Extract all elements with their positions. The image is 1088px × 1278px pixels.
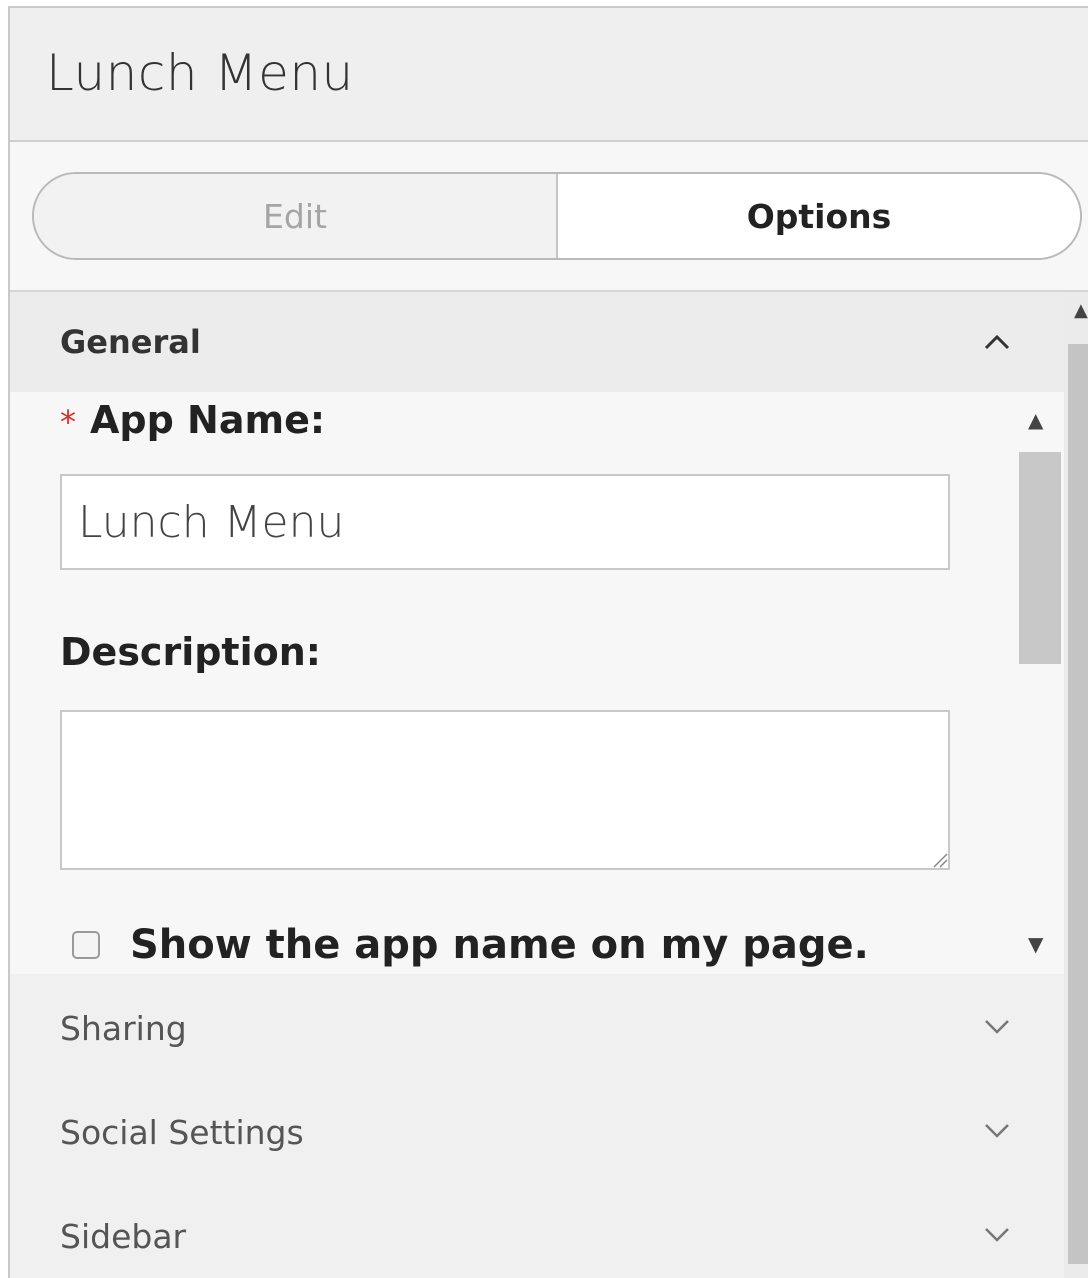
accordion-social-settings-header[interactable]: Social Settings	[10, 1080, 1064, 1184]
accordion-general-header[interactable]: General	[10, 292, 1064, 392]
page-title: Lunch Menu	[46, 44, 354, 102]
tab-edit[interactable]: Edit	[34, 174, 558, 258]
show-app-name-row: Show the app name on my page.	[72, 922, 869, 968]
tab-options[interactable]: Options	[558, 174, 1080, 258]
general-section-body: * App Name: Description: Show the app nam…	[10, 392, 1014, 974]
app-name-input[interactable]	[60, 474, 950, 570]
accordion-sharing-label: Sharing	[60, 1008, 187, 1048]
app-name-label-text: App Name:	[90, 398, 326, 442]
chevron-down-icon[interactable]	[982, 1117, 1012, 1147]
description-label: Description:	[60, 630, 321, 674]
accordion-sharing-header[interactable]: Sharing	[10, 976, 1064, 1080]
accordion-sidebar-label: Sidebar	[60, 1216, 187, 1256]
scroll-up-arrow-icon[interactable]: ▲	[1028, 408, 1043, 432]
app-settings-panel: Lunch Menu Edit Options General * App Nam…	[8, 6, 1088, 1278]
chevron-up-icon[interactable]	[982, 325, 1012, 360]
segmented-control: Edit Options	[32, 172, 1082, 260]
required-marker: *	[60, 403, 76, 441]
show-app-name-label[interactable]: Show the app name on my page.	[130, 922, 869, 968]
resize-grip-icon[interactable]	[930, 850, 948, 868]
general-scrollbar[interactable]: ▲ ▼	[1014, 392, 1064, 974]
show-app-name-checkbox[interactable]	[72, 931, 100, 959]
panel-scroll-up-arrow-icon[interactable]: ▲	[1074, 300, 1088, 321]
description-textarea[interactable]	[60, 710, 950, 870]
panel-scrollbar[interactable]: ▲	[1064, 292, 1088, 1278]
accordion-social-settings-label: Social Settings	[60, 1112, 304, 1152]
accordion-general-label: General	[60, 323, 201, 361]
tab-bar: Edit Options	[10, 142, 1088, 292]
panel-header: Lunch Menu	[10, 8, 1088, 142]
scrollbar-thumb[interactable]	[1019, 452, 1061, 664]
panel-scrollbar-thumb[interactable]	[1068, 344, 1088, 1264]
scroll-down-arrow-icon[interactable]: ▼	[1028, 932, 1043, 956]
chevron-down-icon[interactable]	[982, 1221, 1012, 1251]
app-name-label: * App Name:	[60, 398, 325, 442]
chevron-down-icon[interactable]	[982, 1013, 1012, 1043]
